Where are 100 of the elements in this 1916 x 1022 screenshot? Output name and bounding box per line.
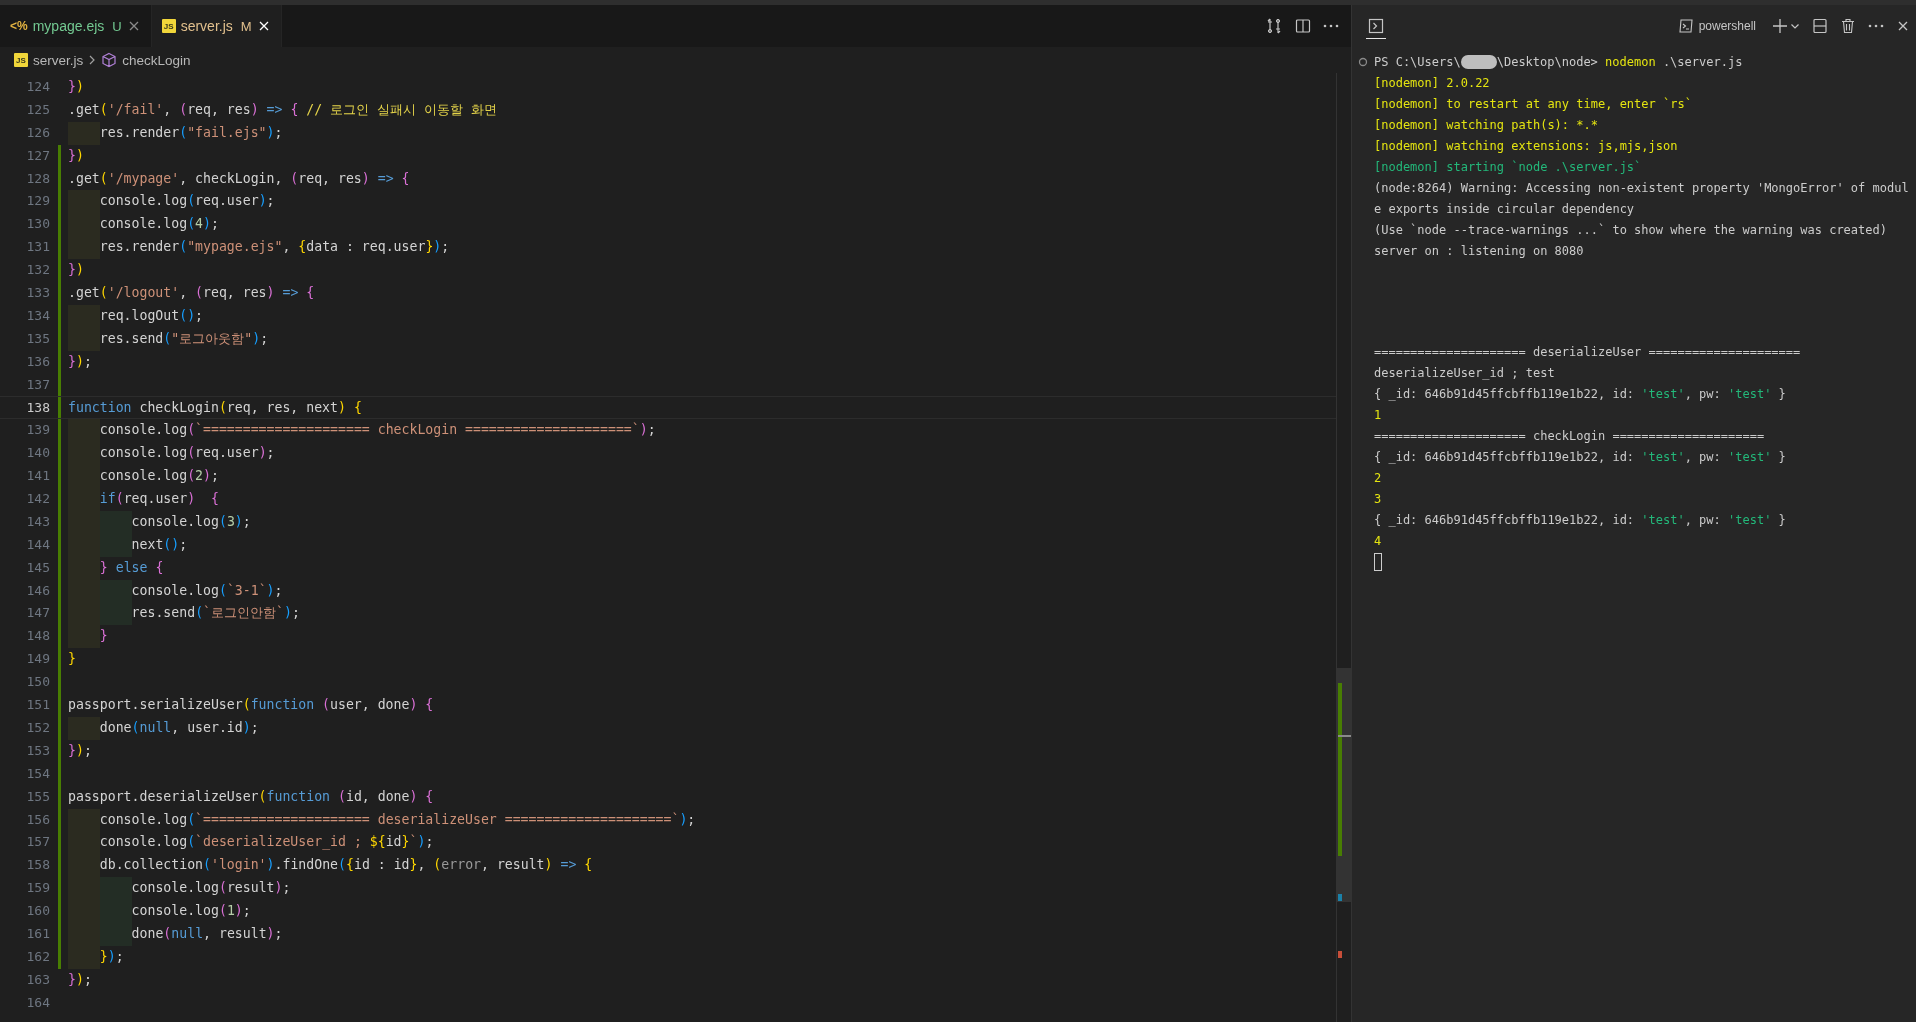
terminal-output-line: [nodemon] 2.0.22	[1374, 75, 1490, 90]
more-icon[interactable]	[1868, 24, 1884, 28]
line-number: 150	[25, 673, 50, 692]
code-line: function checkLogin(req, res, next) {	[68, 399, 362, 418]
breadcrumb-item[interactable]: checkLogin	[122, 52, 191, 68]
terminal-output-line: 4	[1374, 533, 1382, 548]
trash-icon[interactable]	[1840, 18, 1856, 34]
breadcrumb-item[interactable]: server.js	[33, 52, 84, 68]
code-line: db.collection('login').findOne({id : id}, (error, result) => {	[99, 856, 593, 875]
line-number: 153	[25, 741, 50, 760]
code-line: res.send(`로그인안함`);	[131, 604, 300, 623]
code-line: console.log(`deserializeUser_id ; ${id}`);	[99, 833, 434, 852]
line-number: 133	[25, 284, 50, 302]
line-number: 146	[25, 581, 50, 600]
code-line: if(req.user) {	[99, 490, 219, 509]
line-number: 140	[25, 444, 50, 463]
file-type-icon: JS	[14, 53, 28, 67]
code-line: }	[99, 627, 108, 646]
code-line: console.log(result);	[131, 879, 291, 898]
line-number: 163	[25, 970, 50, 989]
line-number: 134	[25, 306, 50, 325]
line-number: 149	[25, 650, 50, 669]
line-number: 164	[25, 993, 50, 1012]
line-number: 154	[25, 764, 50, 783]
line-number: 141	[25, 467, 50, 486]
code-line: console.log(req.user);	[99, 444, 275, 463]
terminal-output-line: [nodemon] to restart at any time, enter `rs`	[1374, 96, 1692, 111]
line-number: 142	[25, 490, 50, 509]
code-line: req.logOut();	[99, 306, 204, 325]
terminal-output-line: { _id: 646b91d45ffcbffb119e1b22, id: 'test', pw: 'test' }	[1374, 386, 1786, 401]
code-line: res.render("mypage.ejs", {data : req.user});	[99, 238, 450, 257]
code-line: console.log(4);	[99, 215, 219, 234]
terminal-output-line: (node:8264) Warning: Accessing non-existent property 'MongoError' of modul	[1374, 180, 1909, 195]
code-line: done(null, user.id);	[99, 718, 259, 737]
code-line: console.log(`===================== checkLogin =====================`);	[99, 421, 656, 440]
git-status-label: M	[240, 18, 252, 34]
caret-icon[interactable]	[1790, 22, 1800, 30]
terminal-output-line: { _id: 646b91d45ffcbffb119e1b22, id: 'test', pw: 'test' }	[1374, 449, 1786, 464]
code-line: } else {	[99, 558, 164, 577]
terminal-output-line: { _id: 646b91d45ffcbffb119e1b22, id: 'test', pw: 'test' }	[1374, 512, 1786, 527]
code-line: });	[68, 352, 92, 371]
code-line: console.log(`3-1`);	[131, 581, 283, 600]
line-number: 162	[25, 947, 50, 966]
redaction-smudge	[1460, 54, 1497, 69]
change-marker	[1338, 894, 1342, 901]
terminal-prompt: PS C:\Users\	[1374, 54, 1461, 69]
code-line: })	[68, 146, 84, 165]
code-line: .get('/mypage', checkLogin, (req, res) => {	[68, 169, 410, 188]
terminal-output-line: [nodemon] watching extensions: js,mjs,json	[1374, 138, 1678, 153]
line-number: 159	[25, 879, 50, 898]
line-number: 138	[25, 399, 50, 418]
status-circle-icon	[1358, 56, 1368, 67]
code-line: });	[68, 741, 92, 760]
code-line: passport.deserializeUser(function (id, done) {	[68, 787, 434, 806]
line-number: 145	[25, 558, 50, 577]
code-line: done(null, result);	[131, 924, 283, 943]
line-number: 135	[25, 329, 50, 348]
symbol-icon	[101, 52, 118, 68]
line-number: 155	[25, 787, 50, 806]
line-number: 160	[25, 902, 50, 921]
split-terminal-icon[interactable]	[1812, 18, 1828, 34]
error-marker	[1338, 951, 1342, 958]
line-number: 132	[25, 261, 50, 280]
terminal-output-line: ===================== checkLogin =====================	[1374, 428, 1765, 443]
split-editor-icon[interactable]	[1295, 18, 1311, 34]
git-status-label: U	[112, 18, 122, 34]
line-number: 152	[25, 718, 50, 737]
more-icon[interactable]	[1323, 24, 1339, 28]
terminal-output-line: server on : listening on 8080	[1374, 243, 1584, 258]
line-number: 158	[25, 856, 50, 875]
line-number: 151	[25, 696, 50, 715]
code-line: console.log(1);	[131, 902, 251, 921]
terminal-output-line: e exports inside circular dependency	[1374, 201, 1635, 216]
terminal-output-line: [nodemon] watching path(s): *.*	[1374, 117, 1598, 132]
line-number: 148	[25, 627, 50, 646]
add-icon[interactable]	[1772, 18, 1788, 34]
code-line: console.log(2);	[99, 467, 219, 486]
terminal-output-line: 1	[1374, 407, 1382, 422]
terminal-output-line: 2	[1374, 470, 1382, 485]
line-number: 130	[25, 215, 50, 234]
terminal-prompt: \Desktop\node> nodemon .\server.js	[1496, 54, 1743, 69]
terminal-output-line: 3	[1374, 491, 1382, 506]
terminal-output-line: [nodemon] starting `node .\server.js`	[1374, 159, 1642, 174]
chevron-icon	[88, 54, 97, 66]
line-number: 136	[25, 352, 50, 371]
terminal-output-line: (Use `node --trace-warnings ...` to show where the warning was created)	[1374, 222, 1887, 237]
cursor-marker	[1338, 735, 1351, 737]
shell-selector[interactable]: powershell	[1677, 18, 1756, 34]
line-number: 156	[25, 810, 50, 829]
editor-tab[interactable]: JS server.js M	[151, 5, 282, 47]
code-line: .get('/fail', (req, res) => { // 로그인 실패시 이동할 화면	[68, 100, 497, 119]
line-number: 126	[25, 123, 50, 142]
line-number: 139	[25, 421, 50, 440]
line-number: 128	[25, 169, 50, 188]
file-type-icon: <%	[10, 19, 28, 33]
code-line: res.render("fail.ejs");	[99, 123, 283, 142]
close-icon[interactable]	[1896, 19, 1910, 33]
code-line: .get('/logout', (req, res) => {	[68, 284, 315, 302]
compare-changes-icon[interactable]	[1265, 17, 1283, 35]
code-line: passport.serializeUser(function (user, done) {	[68, 696, 434, 715]
